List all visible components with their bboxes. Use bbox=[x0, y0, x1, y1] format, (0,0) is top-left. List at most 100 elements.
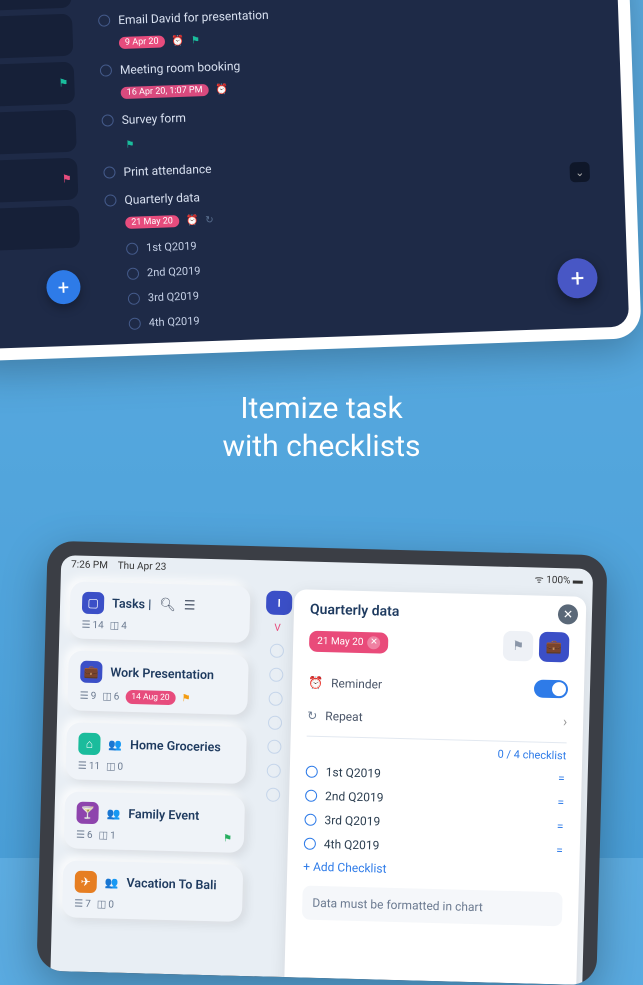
flag-icon: ⚑ bbox=[191, 35, 200, 46]
list-title: Family Event bbox=[128, 806, 199, 823]
peek-checkbox bbox=[265, 788, 279, 802]
list-card-work[interactable]: 💼 Work Presentation ☰ 9 ◫ 6 14 Aug 20 ⚑ bbox=[67, 650, 249, 715]
peek-badge: V bbox=[265, 622, 289, 634]
task-title: Meeting room booking bbox=[120, 59, 241, 77]
item-count: ☰ 9 bbox=[79, 690, 96, 701]
checkbox-icon[interactable] bbox=[303, 838, 315, 850]
task-title: Email David for presentation bbox=[118, 8, 269, 27]
item-count: ☰ 11 bbox=[77, 761, 99, 773]
flag-icon: ⚑ bbox=[62, 172, 72, 185]
checklist-label: 2nd Q2019 bbox=[324, 789, 383, 805]
done-count: ◫ 1 bbox=[98, 830, 115, 841]
repeat-row[interactable]: ↻ Repeat › bbox=[306, 700, 567, 739]
people-icon: 👥 bbox=[108, 738, 122, 751]
checkbox-icon[interactable] bbox=[305, 766, 317, 778]
subtask-title: 3rd Q2019 bbox=[148, 289, 199, 304]
item-count: ☰ 14 bbox=[81, 620, 103, 632]
close-icon[interactable]: ✕ bbox=[557, 604, 578, 625]
drag-handle-icon[interactable]: = bbox=[557, 771, 565, 785]
date-badge: 16 Apr 20, 1:07 PM bbox=[121, 84, 209, 99]
peek-checkbox bbox=[268, 692, 282, 706]
plane-icon: ✈ bbox=[74, 871, 97, 894]
checkbox-icon[interactable] bbox=[101, 114, 113, 126]
notes-field[interactable]: Data must be formatted in chart bbox=[301, 886, 562, 927]
lists-column: ▢ Tasks | 🔍︎ ☰ ☰ 14 ◫ 4 💼 bbox=[50, 577, 260, 985]
status-time: 7:26 PM bbox=[70, 559, 107, 571]
headline-line2: with checklists bbox=[0, 428, 643, 466]
side-tab[interactable] bbox=[0, 0, 72, 12]
subtask-title: 2nd Q2019 bbox=[147, 264, 201, 279]
checklist-label: 1st Q2019 bbox=[325, 765, 380, 780]
side-tab[interactable] bbox=[0, 110, 77, 156]
flag-icon: ⚑ bbox=[125, 140, 134, 151]
clock-icon: ⏰ bbox=[186, 215, 199, 226]
list-title: Vacation To Bali bbox=[126, 875, 217, 892]
search-icon[interactable]: 🔍︎ bbox=[159, 597, 176, 612]
item-count: ☰ 7 bbox=[74, 899, 91, 910]
clear-date-icon[interactable]: ✕ bbox=[367, 636, 380, 649]
subtask-title: 4th Q2019 bbox=[149, 314, 200, 329]
task-title: Print attendance bbox=[123, 162, 211, 179]
done-count: ◫ 0 bbox=[96, 899, 113, 910]
drag-handle-icon[interactable]: = bbox=[557, 795, 565, 809]
flag-icon: ⚑ bbox=[181, 693, 190, 704]
list-button[interactable]: 💼 bbox=[538, 632, 569, 663]
people-icon: 👥 bbox=[106, 807, 120, 820]
headline-line1: Itemize task bbox=[0, 390, 643, 428]
checklist-label: 4th Q2019 bbox=[323, 837, 379, 852]
flag-button[interactable]: ⚑ bbox=[502, 631, 533, 662]
bottom-tablet-frame: 7:26 PM Thu Apr 23 ᯤ 100% ▬ ▢ Tasks | 🔍︎ bbox=[36, 541, 607, 985]
subtask-title: 1st Q2019 bbox=[146, 239, 197, 254]
reminder-label: Reminder bbox=[330, 676, 381, 691]
peek-checkbox bbox=[266, 764, 280, 778]
wifi-icon: ᯤ bbox=[534, 575, 543, 586]
side-tab[interactable] bbox=[0, 14, 73, 60]
repeat-icon: ↻ bbox=[307, 709, 317, 723]
side-tab[interactable]: ⚑ bbox=[0, 158, 78, 204]
peek-checkbox bbox=[269, 644, 283, 658]
checkbox-icon[interactable] bbox=[129, 317, 141, 329]
checkbox-icon[interactable] bbox=[103, 166, 115, 178]
done-count: ◫ 0 bbox=[105, 761, 122, 772]
list-icon: ▢ bbox=[81, 592, 104, 615]
alarm-icon: ⏰ bbox=[307, 676, 322, 690]
top-tablet-screen: ⚑ ⚑ Simplify layout Email David for pres… bbox=[0, 0, 629, 349]
list-title: Work Presentation bbox=[110, 665, 214, 683]
checkbox-icon[interactable] bbox=[127, 267, 139, 279]
list-card-home[interactable]: ⌂ 👥 Home Groceries ☰ 11 ◫ 0 bbox=[65, 722, 246, 784]
panel-title: Quarterly data bbox=[309, 602, 569, 625]
checklist-count: 0 / 4 checklist bbox=[306, 743, 566, 763]
drag-handle-icon[interactable]: = bbox=[556, 843, 564, 857]
filter-icon[interactable]: ☰ bbox=[183, 598, 195, 613]
checklist-label: 3rd Q2019 bbox=[324, 813, 380, 828]
list-card-vacation[interactable]: ✈ 👥 Vacation To Bali ☰ 7 ◫ 0 bbox=[61, 860, 242, 922]
task-title: Survey form bbox=[121, 111, 186, 127]
item-count: ☰ 6 bbox=[75, 830, 92, 841]
checkbox-icon[interactable] bbox=[128, 292, 140, 304]
chevron-down-icon[interactable]: ⌄ bbox=[569, 162, 590, 183]
list-card-tasks[interactable]: ▢ Tasks | 🔍︎ ☰ ☰ 14 ◫ 4 bbox=[69, 581, 250, 643]
task-title: Quarterly data bbox=[124, 190, 200, 207]
side-tab[interactable]: ⚑ bbox=[0, 62, 75, 108]
date-badge: 9 Apr 20 bbox=[119, 35, 165, 49]
checkbox-icon[interactable] bbox=[304, 790, 316, 802]
checkbox-icon[interactable] bbox=[126, 242, 138, 254]
list-card-family[interactable]: 🍸 👥 Family Event ☰ 6 ◫ 1 ⚑ bbox=[63, 791, 244, 853]
marketing-headline: Itemize task with checklists bbox=[0, 390, 643, 465]
date-badge: 14 Aug 20 bbox=[125, 690, 176, 705]
reminder-toggle[interactable] bbox=[533, 680, 567, 699]
status-battery: 100% bbox=[546, 575, 570, 587]
status-date: Thu Apr 23 bbox=[117, 561, 166, 573]
checkbox-icon[interactable] bbox=[100, 64, 112, 76]
side-tab[interactable] bbox=[0, 206, 80, 252]
drag-handle-icon[interactable]: = bbox=[556, 819, 564, 833]
chevron-right-icon: › bbox=[562, 714, 567, 730]
briefcase-icon: 💼 bbox=[80, 661, 103, 684]
clock-icon: ⏰ bbox=[171, 35, 184, 46]
checkbox-icon[interactable] bbox=[98, 14, 110, 26]
top-tablet-frame: ⚑ ⚑ Simplify layout Email David for pres… bbox=[0, 0, 642, 362]
checkbox-icon[interactable] bbox=[104, 194, 116, 206]
date-badge[interactable]: 21 May 20 ✕ bbox=[308, 630, 388, 653]
checkbox-icon[interactable] bbox=[304, 814, 316, 826]
peek-tab[interactable]: I bbox=[265, 590, 292, 615]
